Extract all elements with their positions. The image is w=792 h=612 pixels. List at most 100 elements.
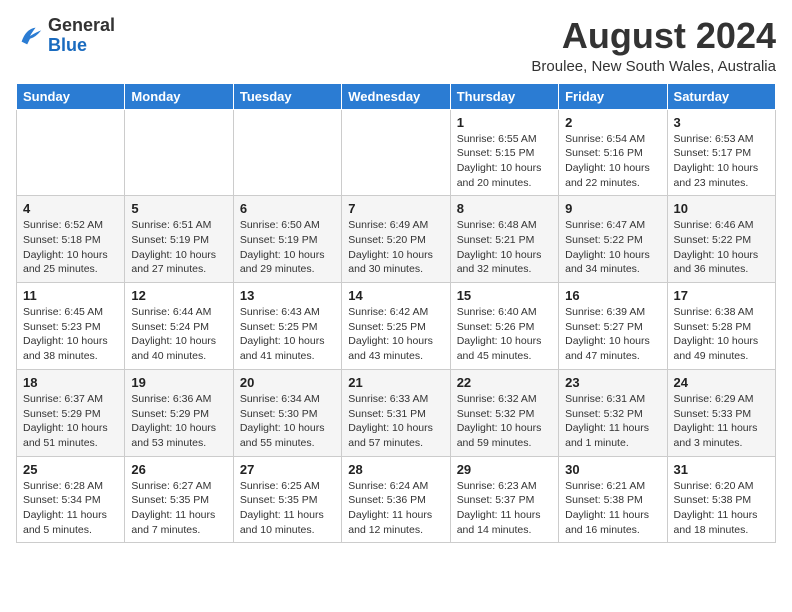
calendar-cell: 3 Sunrise: 6:53 AMSunset: 5:17 PMDaylight… [667,109,775,196]
logo-bird-icon [16,22,44,50]
day-number: 31 [674,462,769,477]
calendar-cell: 25Sunrise: 6:28 AMSunset: 5:34 PMDayligh… [17,456,125,543]
day-header-monday: Monday [125,83,233,109]
day-header-sunday: Sunday [17,83,125,109]
day-info: Sunrise: 6:34 AMSunset: 5:30 PMDaylight:… [240,392,335,451]
page-header: General Blue August 2024 Broulee, New So… [16,16,776,75]
day-number: 6 [240,201,335,216]
calendar-cell: 22Sunrise: 6:32 AMSunset: 5:32 PMDayligh… [450,369,558,456]
day-info: Sunrise: 6:50 AMSunset: 5:19 PMDaylight:… [240,218,335,277]
day-info: Sunrise: 6:27 AMSunset: 5:35 PMDaylight:… [131,479,226,538]
day-header-friday: Friday [559,83,667,109]
calendar-cell: 13 Sunrise: 6:43 AMSunset: 5:25 PMDayligh… [233,283,341,370]
day-number: 30 [565,462,660,477]
day-info: Sunrise: 6:46 AMSunset: 5:22 PMDaylight:… [674,218,769,277]
day-number: 26 [131,462,226,477]
calendar-header-row: SundayMondayTuesdayWednesdayThursdayFrid… [17,83,776,109]
day-number: 8 [457,201,552,216]
calendar-cell: 24 Sunrise: 6:29 AMSunset: 5:33 PMDayligh… [667,369,775,456]
day-info: Sunrise: 6:29 AMSunset: 5:33 PMDaylight:… [674,392,769,451]
day-header-tuesday: Tuesday [233,83,341,109]
day-info: Sunrise: 6:47 AMSunset: 5:22 PMDaylight:… [565,218,660,277]
calendar-cell: 18 Sunrise: 6:37 AMSunset: 5:29 PMDayligh… [17,369,125,456]
calendar-cell: 30 Sunrise: 6:21 AMSunset: 5:38 PMDayligh… [559,456,667,543]
day-number: 14 [348,288,443,303]
day-number: 19 [131,375,226,390]
day-info: Sunrise: 6:55 AMSunset: 5:15 PMDaylight:… [457,132,552,191]
day-info: Sunrise: 6:38 AMSunset: 5:28 PMDaylight:… [674,305,769,364]
calendar-cell: 16 Sunrise: 6:39 AMSunset: 5:27 PMDayligh… [559,283,667,370]
day-info: Sunrise: 6:36 AMSunset: 5:29 PMDaylight:… [131,392,226,451]
day-info: Sunrise: 6:37 AMSunset: 5:29 PMDaylight:… [23,392,118,451]
day-number: 20 [240,375,335,390]
day-number: 29 [457,462,552,477]
calendar-cell [342,109,450,196]
day-number: 9 [565,201,660,216]
day-info: Sunrise: 6:33 AMSunset: 5:31 PMDaylight:… [348,392,443,451]
day-number: 16 [565,288,660,303]
calendar-cell: 5 Sunrise: 6:51 AMSunset: 5:19 PMDaylight… [125,196,233,283]
calendar-cell: 11 Sunrise: 6:45 AMSunset: 5:23 PMDayligh… [17,283,125,370]
calendar-week-row: 25Sunrise: 6:28 AMSunset: 5:34 PMDayligh… [17,456,776,543]
calendar-cell: 4Sunrise: 6:52 AMSunset: 5:18 PMDaylight… [17,196,125,283]
day-info: Sunrise: 6:39 AMSunset: 5:27 PMDaylight:… [565,305,660,364]
calendar-cell: 20 Sunrise: 6:34 AMSunset: 5:30 PMDayligh… [233,369,341,456]
day-info: Sunrise: 6:32 AMSunset: 5:32 PMDaylight:… [457,392,552,451]
calendar-cell: 9 Sunrise: 6:47 AMSunset: 5:22 PMDaylight… [559,196,667,283]
day-number: 18 [23,375,118,390]
day-info: Sunrise: 6:53 AMSunset: 5:17 PMDaylight:… [674,132,769,191]
calendar-cell: 12Sunrise: 6:44 AMSunset: 5:24 PMDayligh… [125,283,233,370]
calendar-cell: 27Sunrise: 6:25 AMSunset: 5:35 PMDayligh… [233,456,341,543]
day-info: Sunrise: 6:48 AMSunset: 5:21 PMDaylight:… [457,218,552,277]
day-header-wednesday: Wednesday [342,83,450,109]
location-text: Broulee, New South Wales, Australia [531,58,776,75]
logo-text-general: General [48,15,115,35]
day-number: 25 [23,462,118,477]
calendar-cell: 8 Sunrise: 6:48 AMSunset: 5:21 PMDaylight… [450,196,558,283]
day-number: 5 [131,201,226,216]
day-number: 7 [348,201,443,216]
day-info: Sunrise: 6:40 AMSunset: 5:26 PMDaylight:… [457,305,552,364]
calendar-cell: 14 Sunrise: 6:42 AMSunset: 5:25 PMDayligh… [342,283,450,370]
day-info: Sunrise: 6:52 AMSunset: 5:18 PMDaylight:… [23,218,118,277]
calendar-cell [125,109,233,196]
day-header-saturday: Saturday [667,83,775,109]
calendar-cell: 10Sunrise: 6:46 AMSunset: 5:22 PMDayligh… [667,196,775,283]
day-info: Sunrise: 6:20 AMSunset: 5:38 PMDaylight:… [674,479,769,538]
day-info: Sunrise: 6:44 AMSunset: 5:24 PMDaylight:… [131,305,226,364]
calendar-cell: 29 Sunrise: 6:23 AMSunset: 5:37 PMDayligh… [450,456,558,543]
calendar-table: SundayMondayTuesdayWednesdayThursdayFrid… [16,83,776,544]
day-info: Sunrise: 6:49 AMSunset: 5:20 PMDaylight:… [348,218,443,277]
calendar-cell: 26 Sunrise: 6:27 AMSunset: 5:35 PMDayligh… [125,456,233,543]
day-info: Sunrise: 6:21 AMSunset: 5:38 PMDaylight:… [565,479,660,538]
day-number: 28 [348,462,443,477]
calendar-cell: 1Sunrise: 6:55 AMSunset: 5:15 PMDaylight… [450,109,558,196]
calendar-cell: 21 Sunrise: 6:33 AMSunset: 5:31 PMDayligh… [342,369,450,456]
calendar-week-row: 4Sunrise: 6:52 AMSunset: 5:18 PMDaylight… [17,196,776,283]
day-number: 11 [23,288,118,303]
day-info: Sunrise: 6:24 AMSunset: 5:36 PMDaylight:… [348,479,443,538]
day-info: Sunrise: 6:51 AMSunset: 5:19 PMDaylight:… [131,218,226,277]
calendar-week-row: 18 Sunrise: 6:37 AMSunset: 5:29 PMDayligh… [17,369,776,456]
month-title: August 2024 [531,16,776,56]
day-info: Sunrise: 6:31 AMSunset: 5:32 PMDaylight:… [565,392,660,451]
day-info: Sunrise: 6:43 AMSunset: 5:25 PMDaylight:… [240,305,335,364]
calendar-cell: 23Sunrise: 6:31 AMSunset: 5:32 PMDayligh… [559,369,667,456]
calendar-cell: 6 Sunrise: 6:50 AMSunset: 5:19 PMDaylight… [233,196,341,283]
title-block: August 2024 Broulee, New South Wales, Au… [531,16,776,75]
day-number: 3 [674,115,769,130]
calendar-cell: 31 Sunrise: 6:20 AMSunset: 5:38 PMDayligh… [667,456,775,543]
day-info: Sunrise: 6:23 AMSunset: 5:37 PMDaylight:… [457,479,552,538]
day-number: 2 [565,115,660,130]
day-number: 24 [674,375,769,390]
day-info: Sunrise: 6:42 AMSunset: 5:25 PMDaylight:… [348,305,443,364]
day-number: 13 [240,288,335,303]
day-number: 27 [240,462,335,477]
day-info: Sunrise: 6:54 AMSunset: 5:16 PMDaylight:… [565,132,660,191]
day-info: Sunrise: 6:45 AMSunset: 5:23 PMDaylight:… [23,305,118,364]
calendar-cell: 17Sunrise: 6:38 AMSunset: 5:28 PMDayligh… [667,283,775,370]
calendar-cell [17,109,125,196]
calendar-week-row: 1Sunrise: 6:55 AMSunset: 5:15 PMDaylight… [17,109,776,196]
calendar-cell: 28 Sunrise: 6:24 AMSunset: 5:36 PMDayligh… [342,456,450,543]
day-number: 21 [348,375,443,390]
